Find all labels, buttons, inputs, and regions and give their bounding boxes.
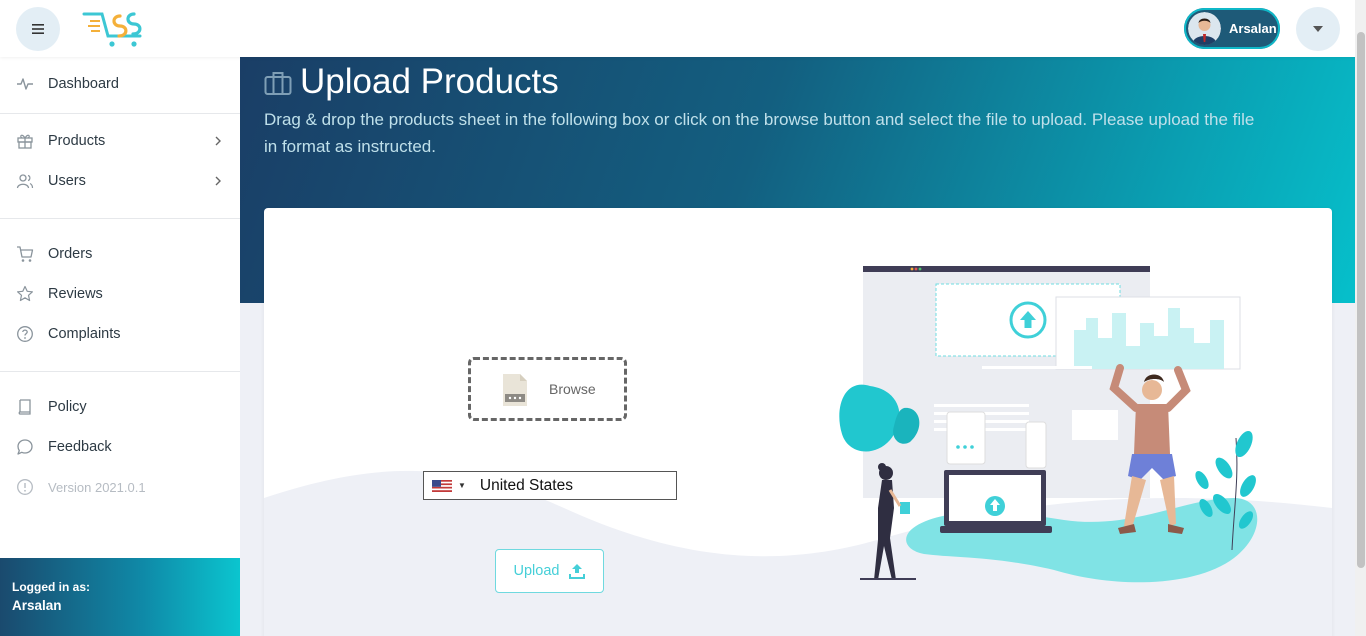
book-icon: [18, 399, 31, 415]
sidebar-item-reviews[interactable]: Reviews: [0, 276, 240, 312]
users-icon: [16, 174, 34, 189]
upload-illustration: [839, 266, 1258, 583]
star-icon: [17, 285, 33, 302]
app-logo[interactable]: [82, 6, 150, 50]
sidebar-item-products[interactable]: Products: [0, 123, 240, 159]
sidebar-item-orders[interactable]: Orders: [0, 236, 240, 272]
version-info: Version 2021.0.1: [0, 469, 240, 505]
caret-down-icon: ▼: [458, 481, 466, 490]
account-dropdown-button[interactable]: [1296, 7, 1340, 51]
avatar: [1188, 12, 1221, 45]
message-circle-icon: [17, 439, 33, 455]
browse-label: Browse: [549, 381, 596, 397]
chevron-right-icon: [215, 176, 221, 186]
sidebar-item-label: Policy: [48, 399, 87, 415]
file-dropzone[interactable]: Browse: [468, 357, 627, 421]
sidebar-item-feedback[interactable]: Feedback: [0, 429, 240, 465]
hamburger-icon: [32, 24, 44, 34]
sidebar-item-users[interactable]: Users: [0, 163, 240, 199]
chevron-right-icon: [215, 136, 221, 146]
sidebar-item-label: Complaints: [48, 326, 121, 342]
sidebar-item-label: Orders: [48, 246, 93, 262]
page-description: Drag & drop the products sheet in the fo…: [264, 110, 1255, 156]
gift-icon: [17, 134, 33, 149]
menu-toggle-button[interactable]: [16, 7, 60, 51]
info-icon: [17, 479, 33, 495]
version-label: Version 2021.0.1: [48, 479, 146, 495]
sidebar-item-dashboard[interactable]: Dashboard: [0, 66, 240, 102]
upload-card: Browse ▼ United States Upload: [264, 208, 1332, 636]
us-flag-icon: [432, 479, 452, 492]
country-select[interactable]: ▼ United States: [423, 471, 677, 500]
sidebar-divider: [0, 113, 240, 114]
briefcase-icon: [264, 72, 292, 95]
sidebar-divider: [0, 371, 240, 372]
upload-label: Upload: [513, 563, 560, 579]
user-menu-button[interactable]: Arsalan: [1184, 8, 1280, 49]
logged-in-panel: Logged in as: Arsalan: [0, 558, 240, 636]
caret-down-icon: [1313, 26, 1323, 32]
sidebar-item-label: Feedback: [48, 439, 112, 455]
logged-in-label: Logged in as:: [12, 580, 90, 594]
user-name: Arsalan: [1229, 21, 1277, 36]
file-icon: [503, 374, 527, 406]
sidebar-item-label: Reviews: [48, 286, 103, 302]
upload-icon: [569, 564, 586, 579]
sidebar-item-policy[interactable]: Policy: [0, 389, 240, 425]
help-circle-icon: [17, 326, 33, 342]
country-value: United States: [479, 476, 573, 494]
page-title: Upload Products: [300, 62, 559, 101]
sidebar: Dashboard Products Users Orders Reviews …: [0, 57, 240, 636]
sidebar-divider: [0, 218, 240, 219]
cart-icon: [17, 246, 34, 262]
activity-icon: [17, 78, 33, 90]
logged-in-user: Arsalan: [12, 598, 62, 613]
sidebar-item-complaints[interactable]: Complaints: [0, 316, 240, 352]
scrollbar-thumb[interactable]: [1357, 32, 1365, 568]
top-bar: Arsalan: [0, 0, 1366, 57]
sidebar-item-label: Dashboard: [48, 76, 119, 92]
sidebar-item-label: Products: [48, 133, 106, 149]
upload-button[interactable]: Upload: [495, 549, 604, 593]
sidebar-item-label: Users: [48, 173, 86, 189]
